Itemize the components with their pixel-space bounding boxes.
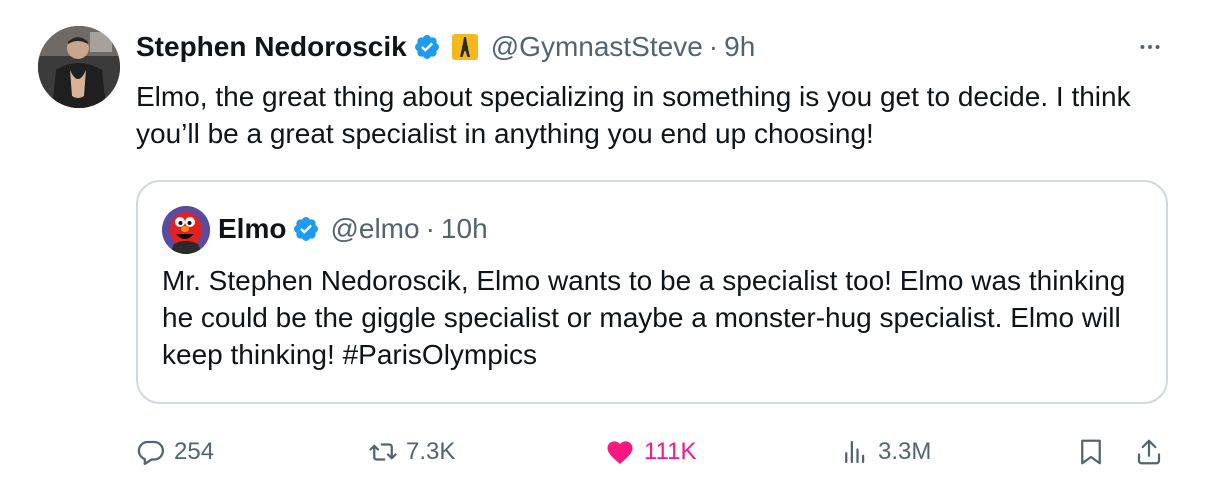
tweet-action-bar: 254 7.3K 111K 3.3M [0,430,1212,474]
quoted-tweet-timestamp[interactable]: 10h [441,213,488,245]
quoted-tweet-header: Elmo @elmo · 10h [218,212,488,246]
views-count: 3.3M [878,438,932,465]
quoted-author-avatar[interactable] [162,206,210,254]
tweet: Stephen Nedoroscik @GymnastSteve · 9h El… [0,0,1212,488]
reply-count: 254 [174,438,215,465]
reply-button[interactable]: 254 [136,430,214,474]
quoted-author-handle[interactable]: @elmo [330,213,419,245]
verified-badge-icon[interactable] [292,215,320,243]
tweet-timestamp[interactable]: 9h [724,31,755,63]
retweet-button[interactable]: 7.3K [368,430,455,474]
tweet-header: Stephen Nedoroscik @GymnastSteve · 9h [136,30,755,64]
separator-dot: · [708,31,719,62]
separator-dot: · [425,213,435,244]
author-display-name[interactable]: Stephen Nedoroscik [136,31,407,63]
more-horizontal-icon[interactable] [1128,30,1172,64]
author-handle[interactable]: @GymnastSteve [491,31,703,63]
reply-icon [136,437,166,467]
views-chart-icon [840,437,870,467]
retweet-count: 7.3K [406,438,456,465]
eiffel-tower-icon[interactable] [451,33,479,61]
quoted-author-display-name[interactable]: Elmo [218,213,286,245]
retweet-icon [368,437,398,467]
bookmark-icon [1076,437,1106,467]
views-button[interactable]: 3.3M [840,430,931,474]
heart-filled-icon [604,437,636,467]
quoted-tweet-text: Mr. Stephen Nedoroscik, Elmo wants to be… [162,265,1126,370]
like-count: 111K [644,438,697,465]
like-button[interactable]: 111K [604,430,697,474]
verified-badge-icon[interactable] [413,33,441,61]
tweet-text: Elmo, the great thing about specializing… [136,81,1131,149]
quoted-tweet[interactable]: Elmo @elmo · 10h Mr. Stephen Nedoroscik,… [136,180,1168,404]
share-icon [1134,437,1164,467]
share-button[interactable] [1134,430,1164,474]
bookmark-button[interactable] [1076,430,1106,474]
author-avatar[interactable] [38,26,120,108]
